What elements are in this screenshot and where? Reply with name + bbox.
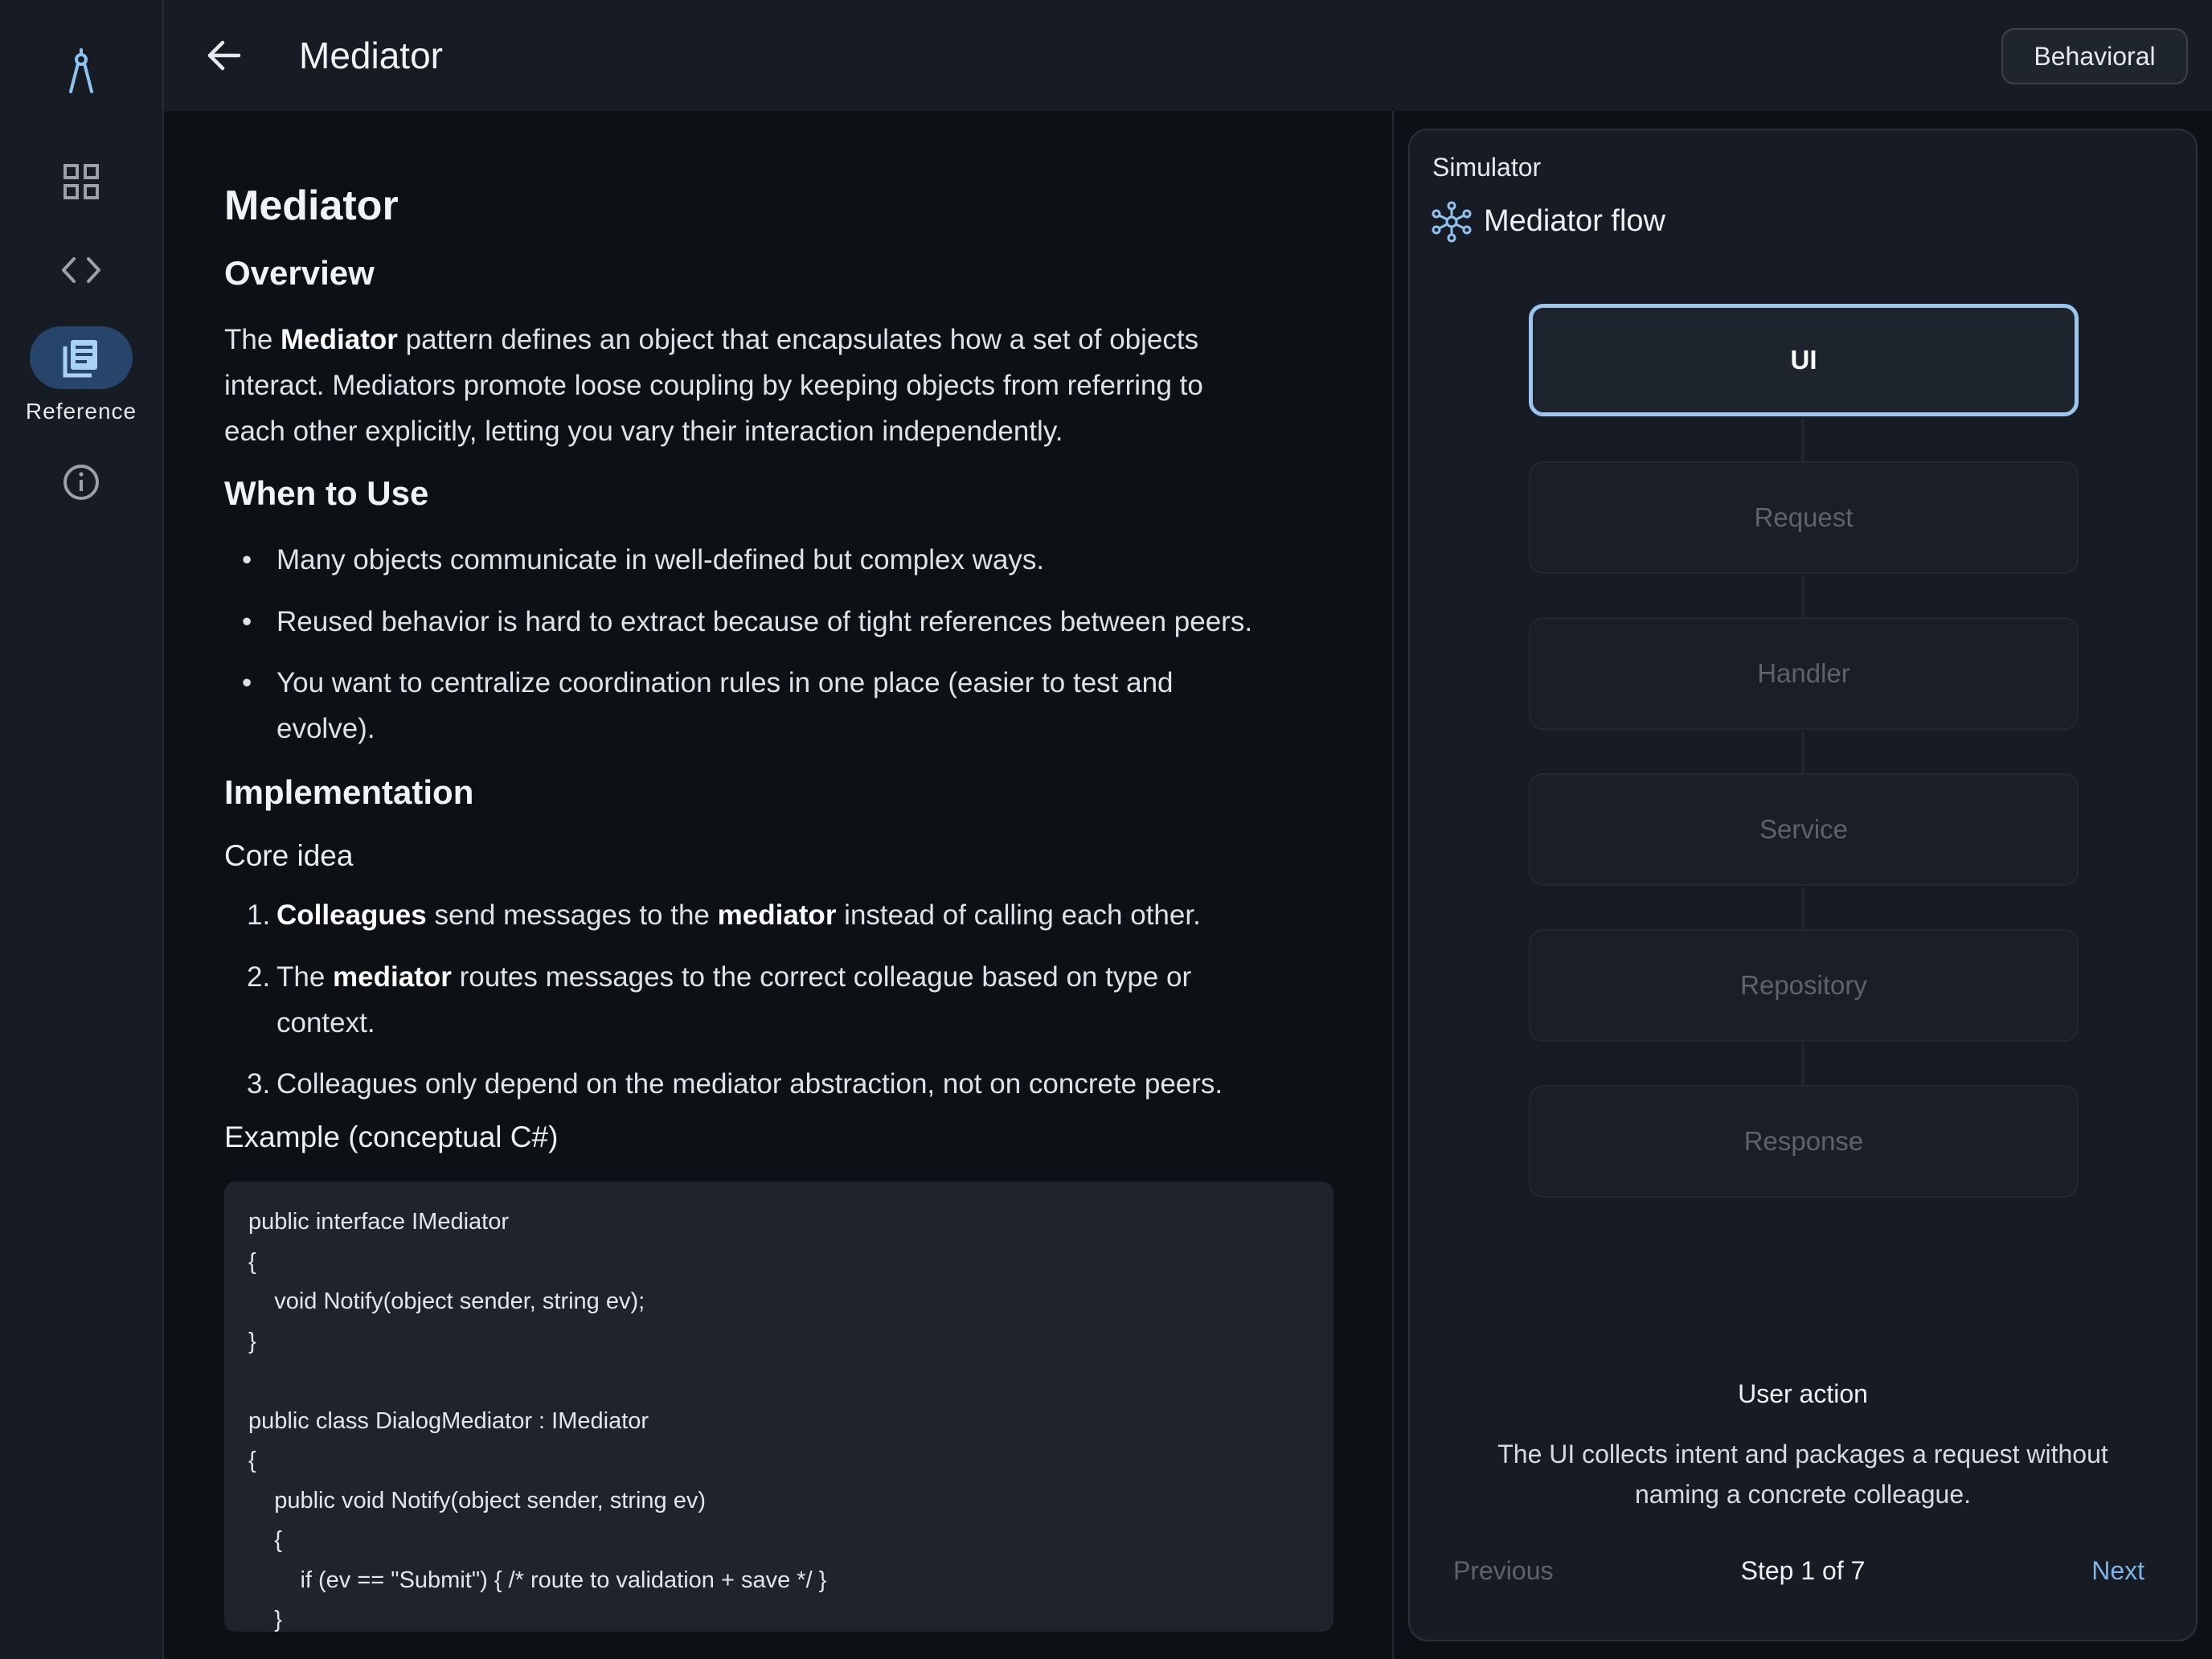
flow-node-handler[interactable]: Handler [1529,617,2079,730]
code-line: public void Notify(object sender, string… [248,1488,706,1514]
list-item-line: evolve). [276,713,375,744]
bullet-icon: • [242,606,252,637]
bold-term: mediator [717,899,837,931]
overview-text: interact. Mediators promote loose coupli… [224,370,1203,401]
flow-node-ui[interactable]: UI [1529,304,2079,416]
rail-active-indicator [30,326,133,389]
code-line: if (ev == "Submit") { /* route to valida… [248,1567,827,1593]
list-item-text: You want to centralize coordination rule… [276,660,1346,752]
text: context. [276,1007,375,1038]
step-title: User action [1738,1379,1868,1408]
step-description-line: naming a concrete colleague. [1634,1480,1972,1509]
flow-node-repository[interactable]: Repository [1529,929,2079,1042]
article-icon [63,340,97,378]
hub-network-icon [1432,201,1472,243]
item-number: 1. [247,899,271,931]
step-description-line: The UI collects intent and packages a re… [1497,1440,2108,1469]
overview-bold-term: Mediator [281,324,398,355]
bullet-icon: • [242,544,252,576]
category-chip[interactable]: Behavioral [2001,28,2188,84]
text: The [276,961,334,993]
code-line: void Notify(object sender, string ev); [248,1288,645,1314]
list-item-text: Many objects communicate in well-defined… [276,544,1045,576]
flow-connector [1801,887,1804,931]
bold-term: mediator [333,961,452,993]
text: routes messages to the correct colleague… [451,961,1192,993]
item-number: 2. [247,961,271,993]
code-line: { [248,1249,256,1275]
flow-connector [1801,1043,1804,1087]
rail-item-code[interactable] [0,256,162,285]
overview-text: each other explicitly, letting you vary … [224,416,1063,447]
reference-article: Mediator Overview The Mediator pattern d… [164,111,1392,1659]
code-line: } [248,1329,256,1354]
back-button[interactable] [196,27,252,84]
text: instead of calling each other. [836,899,1201,931]
navigation-rail: Reference [0,0,164,1659]
when-to-use-heading: When to Use [224,474,429,512]
flow-connector [1801,420,1804,463]
implementation-heading: Implementation [224,773,474,811]
app-logo[interactable] [0,48,162,96]
flow-node-request[interactable]: Request [1529,461,2079,574]
code-icon [62,257,100,283]
list-item-text: Reused behavior is hard to extract becau… [276,606,1253,637]
simulator-label: Simulator [1432,153,1542,182]
pane-divider[interactable] [1392,111,1394,1659]
code-line: { [248,1448,256,1473]
core-idea-subheading: Core idea [224,839,354,872]
grid-icon [63,164,99,199]
bullet-icon: • [242,667,252,698]
text: send messages to the [426,899,718,931]
top-app-bar: Mediator Behavioral [164,0,2212,111]
list-item-line: You want to centralize coordination rule… [276,667,1174,698]
numbered-item-text: Colleagues send messages to the mediator… [276,892,1346,938]
flow-node-response[interactable]: Response [1529,1085,2079,1198]
article-title: Mediator [224,182,399,229]
item-number: 3. [247,1068,271,1100]
rail-item-catalog[interactable] [0,163,162,200]
code-line: public interface IMediator [248,1209,509,1235]
numbered-item-text: The mediator routes messages to the corr… [276,954,1346,1046]
overview-text: pattern defines an object that encapsula… [397,324,1199,355]
numbered-item-text: Colleagues only depend on the mediator a… [276,1068,1223,1100]
info-icon [63,465,99,500]
next-button[interactable]: Next [2091,1556,2144,1586]
overview-heading: Overview [224,254,375,292]
code-line: } [248,1607,282,1632]
flow-connector [1801,576,1804,619]
rail-item-about[interactable] [0,463,162,502]
overview-text: The [224,324,281,355]
bold-term: Colleagues [276,899,427,931]
previous-button[interactable]: Previous [1453,1556,1554,1586]
step-description: The UI collects intent and packages a re… [1474,1434,2132,1514]
rail-label-reference: Reference [25,399,137,424]
code-line: public class DialogMediator : IMediator [248,1408,649,1434]
arrow-back-icon [207,40,241,71]
flow-node-service[interactable]: Service [1529,773,2079,886]
compass-logo-icon [69,48,93,93]
page-title: Mediator [299,35,443,76]
flow-connector [1801,731,1804,775]
simulator-title: Mediator flow [1484,204,1665,238]
code-line: { [248,1527,282,1553]
overview-paragraph: The Mediator pattern defines an object t… [224,317,1342,454]
simulator-panel: Simulator Mediator flow UI Request Handl… [1408,129,2198,1641]
example-subheading: Example (conceptual C#) [224,1120,559,1153]
code-block[interactable]: public interface IMediator { void Notify… [224,1182,1333,1632]
rail-item-reference[interactable]: Reference [0,326,162,424]
